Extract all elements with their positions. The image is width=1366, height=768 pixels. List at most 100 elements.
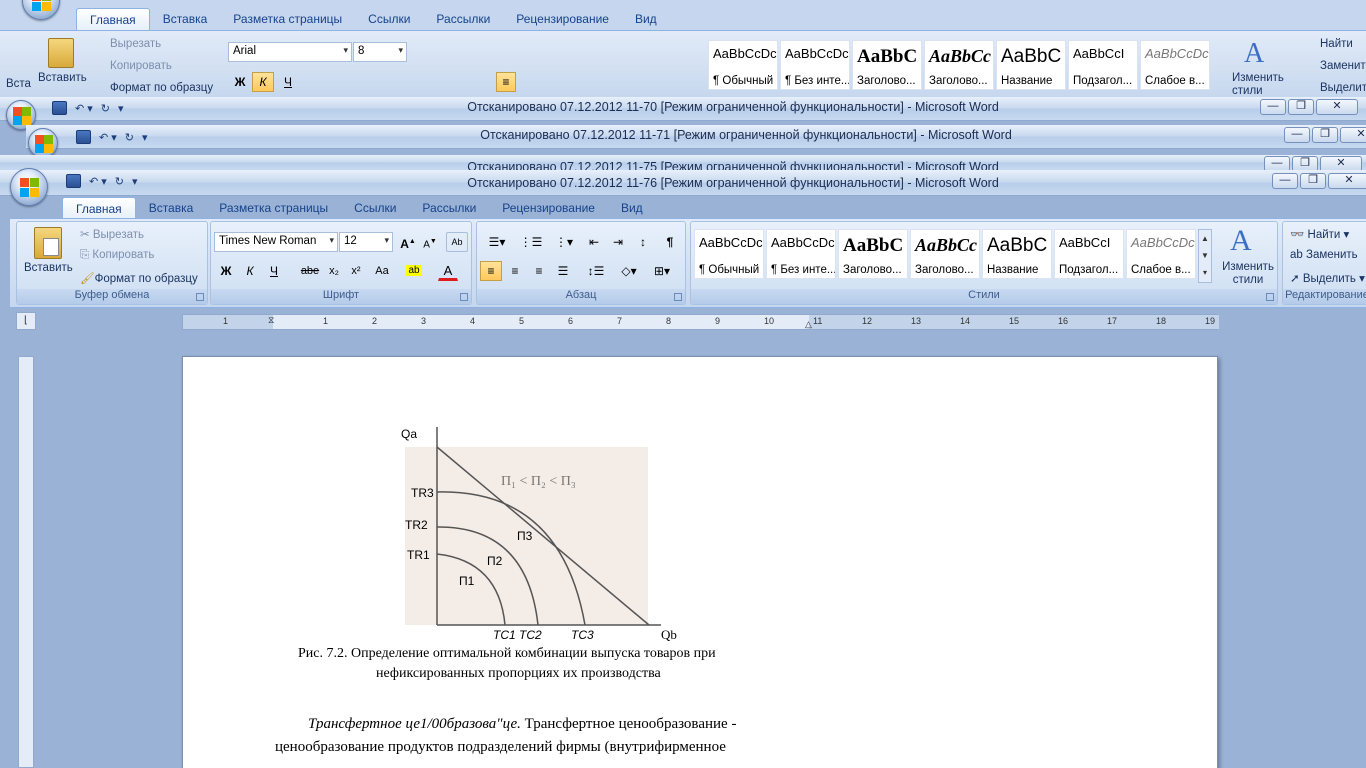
office-button-back[interactable] bbox=[22, 0, 60, 20]
indent-marker[interactable]: ⧖ bbox=[268, 315, 278, 330]
multilevel-list-button[interactable]: ⋮▾ bbox=[550, 232, 578, 252]
document-page[interactable]: Qa Qb TR3 TR2 TR1 П3 П2 П1 П₁ < П₂ < П₃ … bbox=[182, 356, 1218, 768]
highlight-button[interactable]: ab bbox=[404, 261, 424, 281]
tab-insert[interactable]: Вставка bbox=[136, 197, 207, 219]
back-replace-button[interactable]: Заменить bbox=[1320, 60, 1366, 72]
underline-button[interactable]: Ч bbox=[264, 261, 284, 281]
paragraph-launcher[interactable] bbox=[674, 293, 682, 301]
back-font-name[interactable]: Arial bbox=[228, 42, 352, 62]
office-button-2[interactable] bbox=[28, 128, 58, 158]
back-style-nospacing[interactable]: AaBbCcDc ¶ Без инте... bbox=[780, 40, 850, 90]
styles-launcher[interactable] bbox=[1266, 293, 1274, 301]
format-painter-button[interactable]: 🖌Формат по образцу bbox=[80, 271, 198, 285]
font-name-select[interactable]: Times New Roman bbox=[214, 232, 338, 252]
tab-home[interactable]: Главная bbox=[62, 197, 136, 219]
back-cut-button[interactable]: Вырезать bbox=[110, 38, 161, 50]
horizontal-ruler[interactable]: 1 1 2 3 4 5 6 7 8 9 10 11 12 13 14 15 16 17 18 19 ⧖ △ bbox=[182, 314, 1219, 330]
minimize-button[interactable]: — bbox=[1284, 127, 1310, 143]
back-style-subtitle[interactable]: AaBbCcI Подзагол... bbox=[1068, 40, 1138, 90]
align-center-button[interactable]: ≡ bbox=[504, 261, 526, 281]
show-marks-button[interactable]: ¶ bbox=[660, 232, 680, 252]
shading-button[interactable]: ◇▾ bbox=[616, 261, 642, 281]
stacked-window-3[interactable]: Отсканировано 07.12.2012 11-75 [Режим ог… bbox=[0, 155, 1366, 171]
maximize-button[interactable]: ❐ bbox=[1300, 173, 1326, 189]
back-bold-button[interactable]: Ж bbox=[230, 72, 250, 92]
italic-button[interactable]: К bbox=[240, 261, 260, 281]
undo-icon[interactable]: ↶ ▾ bbox=[89, 175, 107, 188]
active-title-bar[interactable]: Отсканировано 07.12.2012 11-76 [Режим ог… bbox=[0, 170, 1366, 196]
numbering-button[interactable]: ⋮☰ bbox=[516, 232, 546, 252]
strikethrough-button[interactable]: abe bbox=[298, 261, 322, 281]
style-heading-2[interactable]: AaBbCc Заголово... bbox=[910, 229, 980, 279]
cut-button[interactable]: ✂ Вырезать bbox=[80, 227, 144, 241]
save-icon[interactable] bbox=[76, 130, 91, 144]
back-change-styles-button[interactable]: Изменить стили bbox=[1232, 72, 1292, 98]
back-tab-insert[interactable]: Вставка bbox=[150, 8, 221, 30]
styles-gallery[interactable]: AaBbCcDc ¶ Обычный AaBbCcDc ¶ Без инте... … bbox=[694, 229, 1214, 283]
back-tab-layout[interactable]: Разметка страницы bbox=[220, 8, 355, 30]
clipboard-launcher[interactable] bbox=[196, 293, 204, 301]
office-button[interactable] bbox=[10, 168, 48, 206]
back-paste-button[interactable]: Вставить bbox=[38, 72, 87, 84]
redo-icon[interactable]: ↻ bbox=[115, 175, 124, 188]
back-select-button[interactable]: Выделить bbox=[1320, 82, 1366, 94]
change-case-button[interactable]: Aa bbox=[370, 261, 394, 281]
redo-icon[interactable]: ↻ bbox=[101, 102, 110, 115]
sort-button[interactable]: ↕ bbox=[632, 232, 654, 252]
shrink-font-button[interactable]: A▼ bbox=[420, 232, 440, 252]
back-styles-gallery[interactable]: AaBbCcDc ¶ Обычный AaBbCcDc ¶ Без инте... … bbox=[708, 40, 1228, 94]
grow-font-button[interactable]: A▲ bbox=[398, 232, 418, 252]
back-tab-mailings[interactable]: Рассылки bbox=[423, 8, 503, 30]
customize-icon[interactable]: ▾ bbox=[132, 175, 138, 188]
minimize-button[interactable]: — bbox=[1264, 156, 1290, 170]
back-tab-references[interactable]: Ссылки bbox=[355, 8, 423, 30]
stacked-window-1[interactable]: Отсканировано 07.12.2012 11-70 [Режим ог… bbox=[0, 97, 1366, 121]
replace-button[interactable]: ab Заменить bbox=[1290, 249, 1358, 261]
back-font-size[interactable]: 8 bbox=[353, 42, 407, 62]
minimize-button[interactable]: — bbox=[1272, 173, 1298, 189]
back-copy-button[interactable]: Копировать bbox=[110, 60, 172, 72]
tab-references[interactable]: Ссылки bbox=[341, 197, 409, 219]
back-style-subtle[interactable]: AaBbCcDc Слабое в... bbox=[1140, 40, 1210, 90]
find-button[interactable]: 👓 Найти ▾ bbox=[1290, 227, 1349, 241]
align-left-button[interactable]: ≡ bbox=[480, 261, 502, 281]
change-styles-button[interactable]: Изменить стили bbox=[1220, 261, 1276, 287]
back-find-button[interactable]: Найти bbox=[1320, 38, 1353, 50]
ruler-corner[interactable]: ⌊ bbox=[16, 312, 36, 330]
minimize-button[interactable]: — bbox=[1260, 99, 1286, 115]
align-right-button[interactable]: ≡ bbox=[528, 261, 550, 281]
back-tab-view[interactable]: Вид bbox=[622, 8, 670, 30]
bold-button[interactable]: Ж bbox=[216, 261, 236, 281]
back-style-heading1[interactable]: AaBbC Заголово... bbox=[852, 40, 922, 90]
superscript-button[interactable]: x² bbox=[346, 261, 366, 281]
font-color-button[interactable]: A bbox=[438, 261, 458, 281]
tab-page-layout[interactable]: Разметка страницы bbox=[206, 197, 341, 219]
stacked-window-2[interactable]: Отсканировано 07.12.2012 11-71 [Режим ог… bbox=[26, 125, 1366, 149]
borders-button[interactable]: ⊞▾ bbox=[648, 261, 676, 281]
back-italic-button[interactable]: К bbox=[252, 72, 274, 92]
close-button[interactable]: ✕ bbox=[1328, 173, 1366, 189]
style-no-spacing[interactable]: AaBbCcDc ¶ Без инте... bbox=[766, 229, 836, 279]
styles-scroll[interactable]: ▲ ▼ ▾ bbox=[1198, 229, 1212, 283]
tab-mailings[interactable]: Рассылки bbox=[409, 197, 489, 219]
customize-icon[interactable]: ▾ bbox=[142, 131, 148, 144]
back-tab-home[interactable]: Главная bbox=[76, 8, 150, 30]
right-indent-marker[interactable]: △ bbox=[805, 319, 812, 330]
back-style-normal[interactable]: AaBbCcDc ¶ Обычный bbox=[708, 40, 778, 90]
bullets-button[interactable]: ☰▾ bbox=[482, 232, 512, 252]
style-subtitle[interactable]: AaBbCcI Подзагол... bbox=[1054, 229, 1124, 279]
select-button[interactable]: ➚ Выделить ▾ bbox=[1290, 271, 1365, 285]
back-tab-review[interactable]: Рецензирование bbox=[503, 8, 622, 30]
close-button[interactable]: ✕ bbox=[1316, 99, 1358, 115]
save-icon[interactable] bbox=[66, 174, 81, 188]
back-underline-button[interactable]: Ч bbox=[278, 72, 298, 92]
maximize-button[interactable]: ❐ bbox=[1288, 99, 1314, 115]
undo-icon[interactable]: ↶ ▾ bbox=[99, 131, 117, 144]
line-spacing-button[interactable]: ↕☰ bbox=[582, 261, 610, 281]
font-launcher[interactable] bbox=[460, 293, 468, 301]
style-title[interactable]: AaBbC Название bbox=[982, 229, 1052, 279]
back-format-painter[interactable]: Формат по образцу bbox=[110, 82, 213, 94]
subscript-button[interactable]: x₂ bbox=[324, 261, 344, 281]
back-style-heading2[interactable]: AaBbCc Заголово... bbox=[924, 40, 994, 90]
undo-icon[interactable]: ↶ ▾ bbox=[75, 102, 93, 115]
